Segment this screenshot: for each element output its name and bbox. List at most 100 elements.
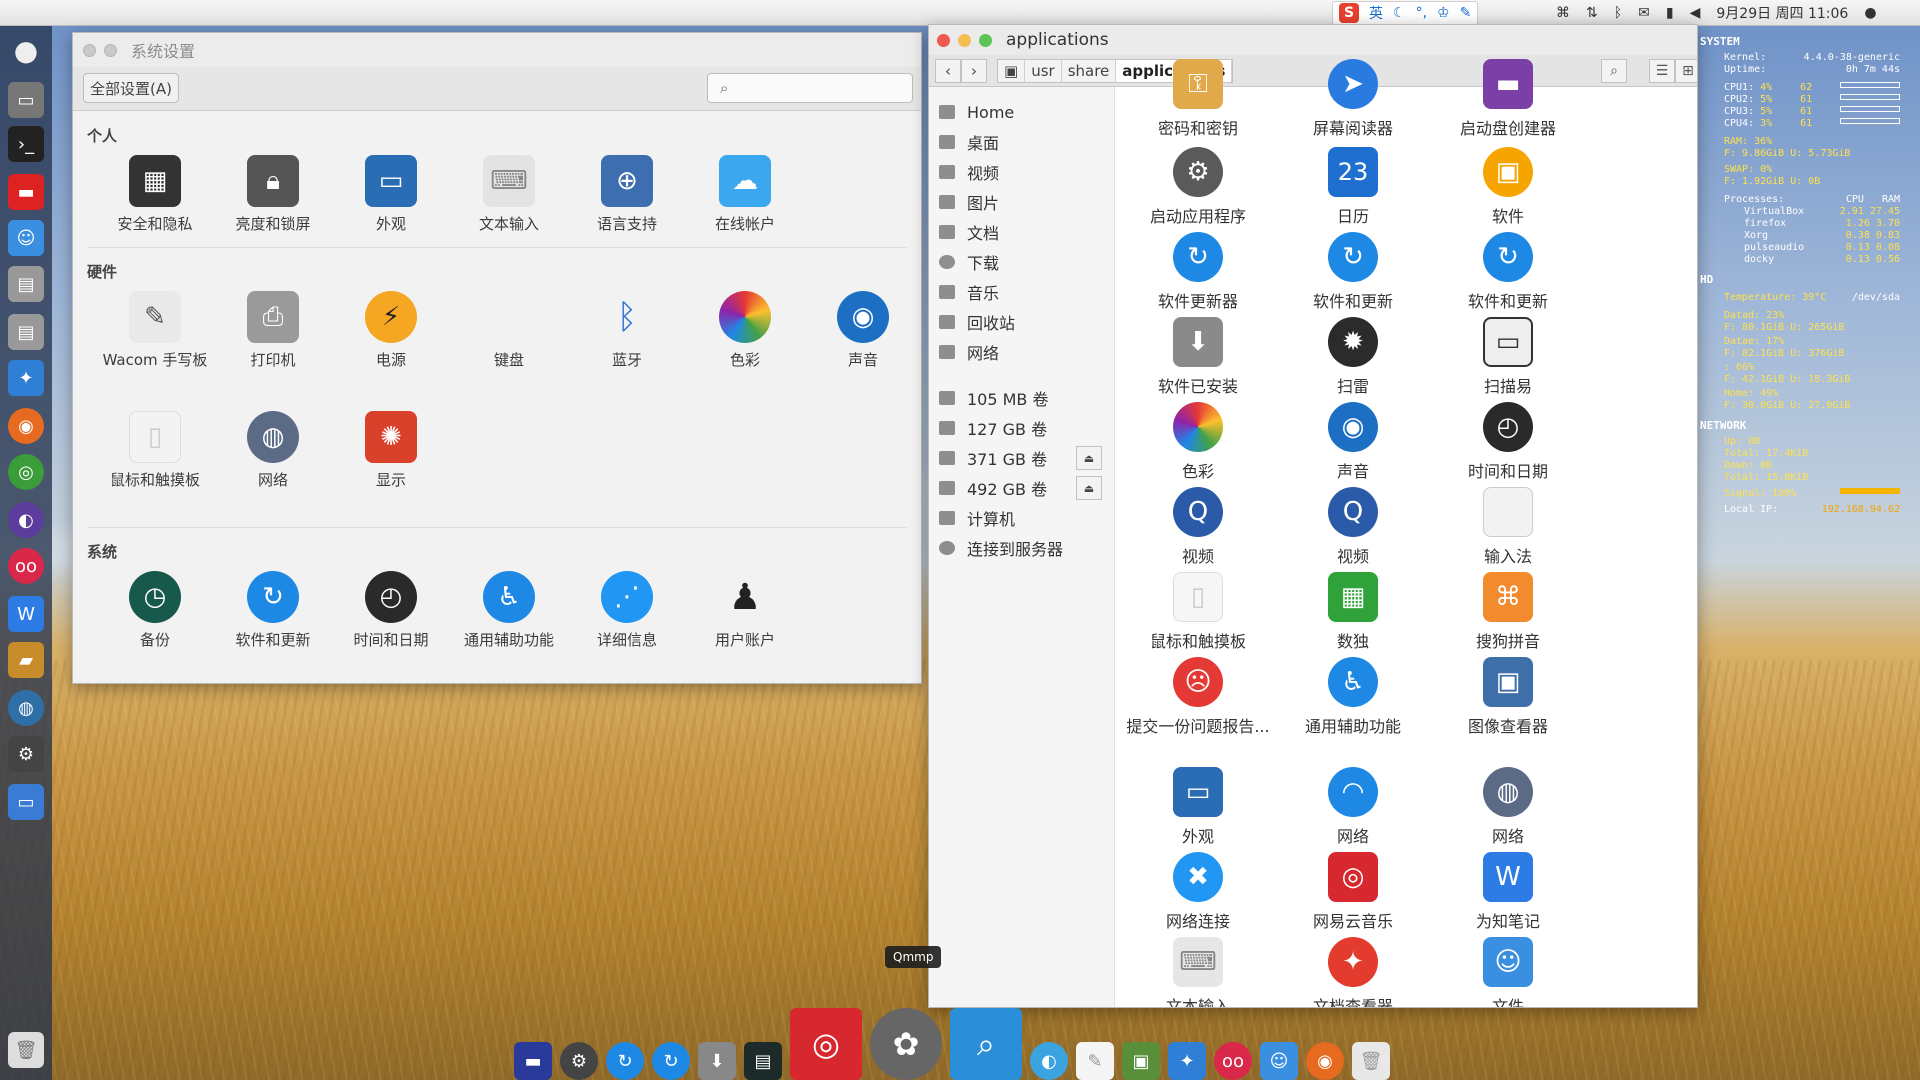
- app-video[interactable]: Q 视频: [1123, 487, 1273, 567]
- apple-logo-icon[interactable]: ●: [8, 32, 44, 68]
- eject-icon[interactable]: ⏏: [1076, 476, 1102, 500]
- app-screen-reader[interactable]: ➤ 屏幕阅读器: [1278, 59, 1428, 139]
- eject-icon[interactable]: ⏏: [1076, 446, 1102, 470]
- app-document-viewer[interactable]: ✦ 文档查看器: [1278, 937, 1428, 1007]
- all-settings-button[interactable]: 全部设置(A): [83, 73, 179, 103]
- app-sound[interactable]: ◉ 声音: [1278, 402, 1428, 482]
- sidebar-item-connect-server[interactable]: 连接到服务器: [939, 535, 1106, 561]
- qmmp-butterfly-icon[interactable]: ✿: [870, 1008, 942, 1080]
- app-software-updates[interactable]: ↻ 软件和更新: [1278, 232, 1428, 312]
- settings-brightness-lock[interactable]: 🔒︎ 亮度和锁屏: [217, 155, 329, 234]
- settings-power[interactable]: ⚡ 电源: [335, 291, 447, 370]
- app-passwords-keys[interactable]: ⚿ 密码和密钥: [1123, 59, 1273, 139]
- app-network-globe[interactable]: ◍ 网络: [1433, 767, 1583, 847]
- app-minesweeper[interactable]: ✹ 扫雷: [1278, 317, 1428, 397]
- settings-displays[interactable]: ✺ 显示: [335, 411, 447, 490]
- settings-gear-icon[interactable]: ⚙: [8, 736, 44, 772]
- sidebar-item-volume-492gb[interactable]: 492 GB 卷 ⏏: [939, 475, 1106, 501]
- sidebar-item-computer[interactable]: 计算机: [939, 505, 1106, 531]
- sidebar-item-downloads[interactable]: 下载: [939, 249, 1106, 275]
- settings-user-accounts[interactable]: ♟ 用户账户: [689, 571, 801, 650]
- crumb-usr[interactable]: usr: [1025, 60, 1062, 82]
- wiznote-icon[interactable]: W: [8, 596, 44, 632]
- sidebar-item-volume-371gb[interactable]: 371 GB 卷 ⏏: [939, 445, 1106, 471]
- settings-gear-icon[interactable]: ⚙: [560, 1042, 598, 1080]
- settings-printers[interactable]: ⎙ 打印机: [217, 291, 329, 370]
- app-color[interactable]: 色彩: [1123, 402, 1273, 482]
- crumb-share[interactable]: share: [1062, 60, 1117, 82]
- fm-titlebar[interactable]: applications: [929, 25, 1697, 55]
- app-software-updates-2[interactable]: ↻ 软件和更新: [1433, 232, 1583, 312]
- apple-menu-icon[interactable]: ●: [1864, 5, 1876, 21]
- nqq-icon[interactable]: ▣: [1122, 1042, 1160, 1080]
- chrome-icon[interactable]: ◎: [8, 454, 44, 490]
- goldendict-icon[interactable]: oo: [8, 548, 44, 584]
- sidebar-item-videos[interactable]: 视频: [939, 159, 1106, 185]
- app-software[interactable]: ▣ 软件: [1433, 147, 1583, 227]
- sidebar-item-pictures[interactable]: 图片: [939, 189, 1106, 215]
- clock[interactable]: 9月29日 周四 11:06: [1716, 3, 1848, 23]
- forward-button[interactable]: ›: [961, 59, 987, 83]
- battery-icon[interactable]: ▮: [1666, 5, 1674, 21]
- netease-music-icon[interactable]: ◎: [790, 1008, 862, 1080]
- app-video-2[interactable]: Q 视频: [1278, 487, 1428, 567]
- app-input-method[interactable]: 输入法: [1433, 487, 1583, 567]
- settings-accessibility[interactable]: ♿︎ 通用辅助功能: [453, 571, 565, 650]
- display-manager-icon[interactable]: ▬: [514, 1042, 552, 1080]
- system-monitor-icon[interactable]: ▤: [744, 1042, 782, 1080]
- app-network-wifi[interactable]: ◠ 网络: [1278, 767, 1428, 847]
- sidebar-item-network[interactable]: 网络: [939, 339, 1106, 365]
- app-accessibility[interactable]: ♿︎ 通用辅助功能: [1278, 657, 1428, 737]
- sidebar-item-music[interactable]: 音乐: [939, 279, 1106, 305]
- sidebar-item-trash[interactable]: 回收站: [939, 309, 1106, 335]
- settings-backup[interactable]: ◷ 备份: [99, 571, 211, 650]
- network-indicator-icon[interactable]: ⇅: [1586, 5, 1598, 21]
- app-sudoku[interactable]: ▦ 数独: [1278, 572, 1428, 652]
- app-software-updater[interactable]: ↻ 软件更新器: [1123, 232, 1273, 312]
- settings-online-accounts[interactable]: ☁ 在线帐户: [689, 155, 801, 234]
- back-button[interactable]: ‹: [935, 59, 961, 83]
- settings-text-entry[interactable]: ⌨ 文本输入: [453, 155, 565, 234]
- volume-icon[interactable]: ◀: [1690, 5, 1701, 21]
- settings-bluetooth[interactable]: ᛒ 蓝牙: [571, 291, 683, 370]
- search-icon[interactable]: ⌕: [1601, 59, 1627, 83]
- eclipse-icon[interactable]: ◐: [8, 502, 44, 538]
- mail-icon[interactable]: ✉: [1638, 5, 1650, 21]
- maximize-button[interactable]: [979, 33, 992, 47]
- app-startup-applications[interactable]: ⚙ 启动应用程序: [1123, 147, 1273, 227]
- settings-color[interactable]: 色彩: [689, 291, 801, 370]
- app-report-bug[interactable]: ☹ 提交一份问题报告...: [1123, 657, 1273, 737]
- finder-icon[interactable]: ☺: [8, 220, 44, 256]
- settings-sound[interactable]: ◉ 声音: [807, 291, 919, 370]
- book-icon[interactable]: ▰: [8, 642, 44, 678]
- settings-network[interactable]: ◍ 网络: [217, 411, 329, 490]
- text-editor-icon[interactable]: ✎: [1076, 1042, 1114, 1080]
- sidebar-item-volume-105mb[interactable]: 105 MB 卷: [939, 385, 1106, 411]
- app-calendar[interactable]: 23 日历: [1278, 147, 1428, 227]
- workspace-icon[interactable]: ▭: [8, 82, 44, 118]
- find-files-icon[interactable]: ⌕: [950, 1008, 1022, 1080]
- sidebar-item-desktop[interactable]: 桌面: [939, 129, 1106, 155]
- deepin-icon[interactable]: ◐: [1030, 1042, 1068, 1080]
- app-text-entry[interactable]: ⌨ 文本输入: [1123, 937, 1273, 1007]
- sidebar-item-home[interactable]: Home: [939, 99, 1106, 125]
- store-icon[interactable]: ✦: [1168, 1042, 1206, 1080]
- firefox-icon[interactable]: ◉: [1306, 1042, 1344, 1080]
- settings-security-privacy[interactable]: ▦ 安全和隐私: [99, 155, 211, 234]
- app-simple-scan[interactable]: ▭ 扫描易: [1433, 317, 1583, 397]
- app-files[interactable]: ☺ 文件: [1433, 937, 1583, 1007]
- app-appearance[interactable]: ▭ 外观: [1123, 767, 1273, 847]
- terminal-icon[interactable]: ›_: [8, 126, 44, 162]
- settings-wacom[interactable]: ✎ Wacom 手写板: [99, 291, 211, 370]
- globe-icon[interactable]: ◍: [8, 690, 44, 726]
- settings-details[interactable]: ⋰ 详细信息: [571, 571, 683, 650]
- installer-icon[interactable]: ⬇: [698, 1042, 736, 1080]
- app-startup-disk-creator[interactable]: ▬ 启动盘创建器: [1433, 59, 1583, 139]
- minimize-button[interactable]: [958, 33, 971, 47]
- drive-icon[interactable]: ▤: [8, 266, 44, 302]
- app-sogou-pinyin[interactable]: ⌘ 搜狗拼音: [1433, 572, 1583, 652]
- sidebar-item-volume-127gb[interactable]: 127 GB 卷: [939, 415, 1106, 441]
- app-network-connections[interactable]: ✖ 网络连接: [1123, 852, 1273, 932]
- close-button[interactable]: [83, 43, 96, 57]
- settings-time-date[interactable]: ◴ 时间和日期: [335, 571, 447, 650]
